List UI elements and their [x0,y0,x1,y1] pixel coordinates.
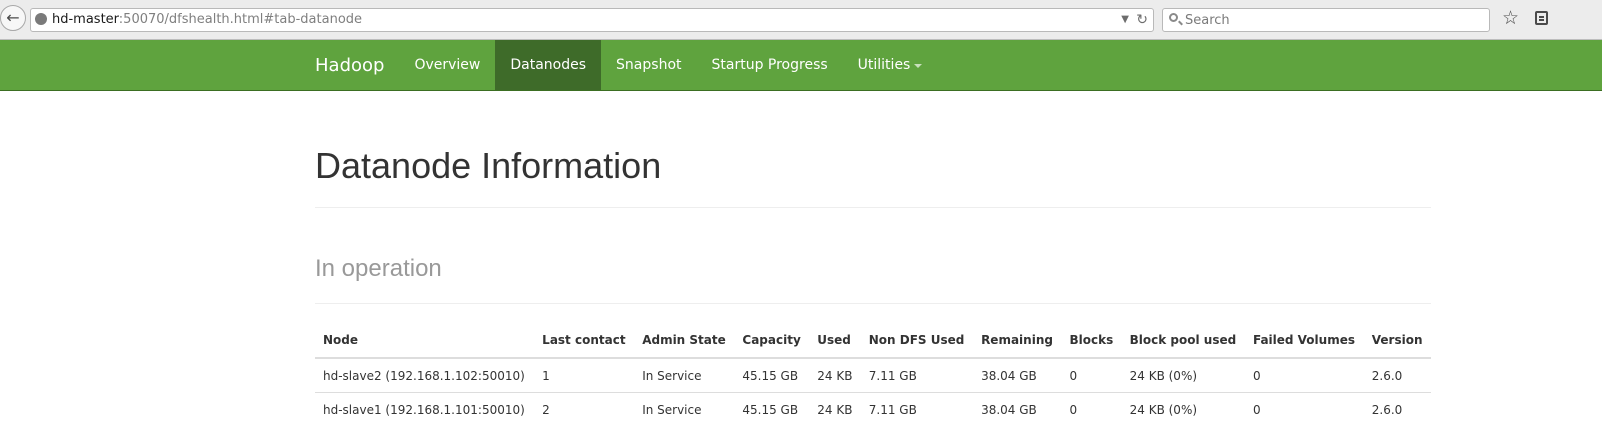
cell-block-pool-used: 24 KB (0%) [1129,368,1198,383]
cell-used: 24 KB [817,368,853,383]
column-header: Capacity [734,322,810,359]
page-title: Datanode Information [315,145,662,186]
column-header: Version [1363,322,1431,359]
column-header: Blocks [1061,322,1122,359]
cell-version: 2.6.0 [1371,368,1403,383]
cell-capacity: 45.15 GB [742,368,799,383]
nav-startup-progress[interactable]: Startup Progress [697,40,843,90]
globe-icon [35,13,47,25]
browser-toolbar: ← hd-master:50070/dfshealth.html#tab-dat… [0,0,1602,40]
cell-admin-state: In Service [634,392,735,426]
address-bar[interactable]: hd-master:50070/dfshealth.html#tab-datan… [30,8,1154,32]
nav-datanodes-label: Datanodes [510,57,587,73]
nav-snapshot-label: Snapshot [616,57,682,73]
cell-block-pool-used: 24 KB (0%) [1121,392,1245,426]
column-header: Used [809,322,861,359]
section-divider [315,303,1431,304]
brand-logo[interactable]: Hadoop [300,40,399,90]
column-header: Last contact [534,322,635,359]
column-header: Remaining [973,322,1062,359]
table-header: Node Last contact Admin State Capacity U… [315,322,1431,359]
bookmark-star-icon[interactable]: ☆ [1502,7,1519,29]
cell-used: 24 KB [809,392,861,426]
cell-failed-volumes: 0 [1252,368,1261,383]
url-host: hd-master [52,12,119,27]
column-header: Admin State [634,322,735,359]
cell-node: hd-slave2 (192.168.1.102:50010) [323,368,525,383]
cell-version: 2.6.0 [1363,392,1431,426]
cell-last-contact: 2 [534,392,635,426]
cell-remaining: 38.04 GB [973,392,1062,426]
url-dropdown-icon[interactable]: ▼ [1121,12,1129,28]
nav-utilities-label: Utilities [857,57,911,73]
nav-datanodes[interactable]: Datanodes [495,40,602,90]
cell-non-dfs-used: 7.11 GB [868,368,917,383]
cell-node: hd-slave1 (192.168.1.101:50010) [315,392,535,426]
cell-non-dfs-used: 7.11 GB [860,392,974,426]
column-header: Failed Volumes [1244,322,1364,359]
nav-menu: Hadoop Overview Datanodes Snapshot Start… [300,40,937,90]
search-bar[interactable] [1162,8,1490,32]
hadoop-navbar: Hadoop Overview Datanodes Snapshot Start… [0,40,1602,91]
cell-blocks: 0 [1069,368,1078,383]
nav-overview[interactable]: Overview [399,40,495,90]
search-icon [1169,13,1178,22]
nav-overview-label: Overview [414,57,481,73]
header-row: Node Last contact Admin State Capacity U… [315,322,1431,359]
reload-icon[interactable]: ↻ [1136,10,1148,30]
search-input[interactable] [1185,11,1475,29]
back-arrow-icon: ← [6,8,20,27]
table-row: hd-slave1 (192.168.1.101:50010) 2 In Ser… [315,392,1431,426]
title-divider [315,207,1431,208]
cell-admin-state: In Service [642,368,702,383]
nav-startup-progress-label: Startup Progress [711,57,828,73]
caret-down-icon [914,64,923,68]
cell-last-contact: 1 [542,368,550,383]
url-path: :50070/dfshealth.html#tab-datanode [118,12,363,27]
back-button[interactable]: ← [0,5,26,31]
url-text[interactable]: hd-master:50070/dfshealth.html#tab-datan… [52,12,362,28]
column-header: Non DFS Used [860,322,974,359]
cell-capacity: 45.15 GB [734,392,810,426]
section-title: In operation [315,255,442,282]
column-header: Block pool used [1121,322,1245,359]
cell-remaining: 38.04 GB [981,368,1037,383]
table-body: hd-slave2 (192.168.1.102:50010) 1 In Ser… [315,358,1431,426]
table-row: hd-slave2 (192.168.1.102:50010) 1 In Ser… [315,358,1431,393]
nav-utilities-dropdown[interactable]: Utilities [843,40,938,90]
reader-view-icon[interactable] [1535,11,1548,25]
column-header: Node [315,322,535,359]
datanode-table: Node Last contact Admin State Capacity U… [315,322,1431,426]
cell-failed-volumes: 0 [1244,392,1364,426]
nav-snapshot[interactable]: Snapshot [601,40,696,90]
cell-blocks: 0 [1061,392,1122,426]
